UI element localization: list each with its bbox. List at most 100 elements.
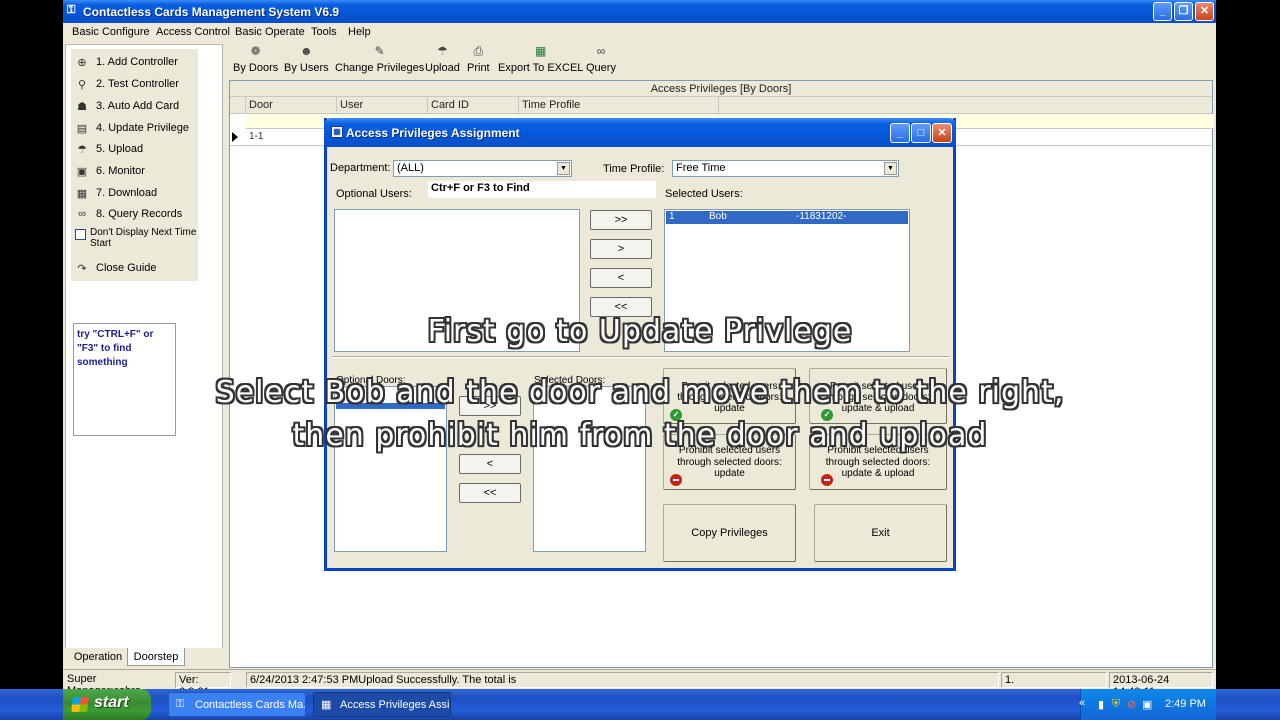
maximize-button[interactable]: ❐: [1174, 2, 1193, 21]
checkbox-box[interactable]: [75, 229, 86, 240]
title-bar: ⚿ Contactless Cards Management System V6…: [63, 0, 1216, 23]
add-door-button[interactable]: >>: [459, 396, 521, 416]
optional-doors-label: Optional Doors:: [336, 375, 406, 386]
toolbar-by-doors[interactable]: ❁ By Doors: [233, 44, 278, 74]
guide-item-label: 4. Update Privilege: [96, 122, 189, 134]
grid-caption: Access Privileges [By Doors]: [230, 81, 1212, 97]
status-bar: Super Manager:cobra Ver: 6.9.21 6/24/201…: [63, 669, 1216, 698]
remove-door-button[interactable]: <: [459, 454, 521, 474]
tray-app-icon[interactable]: ▣: [1142, 698, 1152, 711]
prohibit-upload-button[interactable]: Prohibit selected users through selected…: [809, 434, 947, 490]
guide-item-auto-add-card[interactable]: ☗ 3. Auto Add Card: [74, 97, 179, 115]
guide-item-update-privilege[interactable]: ▤ 4. Update Privilege: [74, 119, 189, 137]
guide-item-download[interactable]: ▦ 7. Download: [74, 184, 157, 202]
button-text: Prohibit selected users: [678, 445, 781, 456]
status-count: 1.: [1001, 672, 1107, 688]
monitor-icon: ▣: [76, 165, 88, 178]
task-label: Contactless Cards Ma...: [195, 699, 306, 711]
toolbar-change-privileges[interactable]: ✎ Change Privileges: [335, 44, 424, 74]
guide-panel: ⊕ 1. Add Controller ⚲ 2. Test Controller…: [65, 44, 223, 650]
remove-all-users-button[interactable]: <<: [590, 297, 652, 317]
tray-network-icon[interactable]: ▮: [1098, 698, 1104, 711]
prohibit-update-button[interactable]: Prohibit selected users through selected…: [663, 434, 796, 490]
tray-alert-icon[interactable]: ⊘: [1127, 698, 1136, 711]
splitter[interactable]: [223, 44, 227, 669]
app-window: ⚿ Contactless Cards Management System V6…: [63, 0, 1216, 720]
button-text: through selected doors:: [825, 392, 931, 403]
guide-item-test-controller[interactable]: ⚲ 2. Test Controller: [74, 75, 179, 93]
hint-line: something: [77, 357, 128, 368]
guide-item-add-controller[interactable]: ⊕ 1. Add Controller: [74, 53, 178, 71]
excel-icon: ▦: [535, 44, 547, 58]
guide-item-label: 1. Add Controller: [96, 56, 178, 68]
tab-operation[interactable]: Operation: [69, 648, 127, 666]
list-item[interactable]: [336, 403, 445, 409]
menu-basic-operate[interactable]: Basic Operate: [235, 26, 305, 38]
menu-access-control[interactable]: Access Control: [156, 26, 230, 38]
prohibit-icon: [670, 474, 682, 486]
menu-tools[interactable]: Tools: [311, 26, 337, 38]
copy-privileges-button[interactable]: Copy Privileges: [663, 504, 796, 562]
cell-door: 1-1: [249, 131, 264, 142]
dialog-title: Access Privileges Assignment: [346, 126, 520, 140]
guide-item-label: 5. Upload: [96, 143, 144, 155]
close-guide-label: Close Guide: [96, 262, 157, 274]
guide-item-label: 7. Download: [96, 187, 158, 199]
time-profile-select[interactable]: Free Time ▼: [672, 160, 899, 177]
permit-update-button[interactable]: Permit selected users through selected d…: [663, 368, 796, 424]
optional-users-list[interactable]: [334, 209, 580, 352]
menu-basic-configure[interactable]: Basic Configure: [72, 26, 150, 38]
task-main-window[interactable]: ⚿ Contactless Cards Ma...: [168, 692, 306, 717]
prohibit-icon: [821, 474, 833, 486]
status-datetime: 2013-06-24 14:49:11: [1109, 672, 1213, 698]
guide-item-upload[interactable]: ☂ 5. Upload: [74, 140, 143, 158]
tab-doorstep[interactable]: Doorstep: [127, 648, 185, 666]
taskbar: start ⚿ Contactless Cards Ma... ▦ Access…: [0, 689, 1280, 720]
optional-users-label: Optional Users:: [336, 188, 412, 200]
find-hint-box: Ctr+F or F3 to Find: [428, 181, 656, 198]
column-header-user[interactable]: User: [337, 97, 428, 114]
toolbar-by-users[interactable]: ☻ By Users: [284, 44, 329, 74]
guide-item-monitor[interactable]: ▣ 6. Monitor: [74, 162, 145, 180]
start-button[interactable]: start: [63, 689, 151, 720]
column-header-door[interactable]: Door: [246, 97, 337, 114]
status-user: Super Manager:cobra: [67, 673, 141, 697]
column-header-card-id[interactable]: Card ID: [428, 97, 519, 114]
selected-users-list[interactable]: 1 Bob -11831202-: [664, 209, 910, 352]
task-dialog-window[interactable]: ▦ Access Privileges Assi...: [313, 692, 451, 717]
close-guide-button[interactable]: ↷ Close Guide: [74, 259, 157, 277]
dialog-close-button[interactable]: ✕: [932, 123, 952, 143]
change-privileges-icon: ✎: [374, 44, 385, 58]
dialog-minimize-button[interactable]: _: [890, 123, 910, 143]
dropdown-arrow-icon[interactable]: ▼: [557, 162, 570, 175]
column-header-time-profile[interactable]: Time Profile: [519, 97, 719, 114]
tray-chevron-icon[interactable]: «: [1079, 697, 1085, 709]
toolbar-query[interactable]: ∞ Query: [586, 44, 616, 74]
permit-upload-button[interactable]: Permit selected users through selected d…: [809, 368, 947, 424]
toolbar-export-excel[interactable]: ▦ Export To EXCEL: [498, 44, 583, 74]
remove-user-button[interactable]: <: [590, 268, 652, 288]
selected-doors-list[interactable]: [533, 386, 646, 552]
windows-logo-icon: [71, 697, 89, 712]
dropdown-arrow-icon[interactable]: ▼: [884, 162, 897, 175]
auto-add-card-icon: ☗: [77, 100, 87, 113]
remove-all-doors-button[interactable]: <<: [459, 483, 521, 503]
list-item[interactable]: 1 Bob -11831202-: [666, 211, 908, 224]
dont-display-checkbox[interactable]: Don't Display Next Time Start: [74, 227, 198, 253]
binoculars-icon: ∞: [596, 44, 606, 58]
toolbar-label: Export To EXCEL: [498, 62, 584, 74]
add-user-button[interactable]: >: [590, 239, 652, 259]
toolbar-upload[interactable]: ☂ Upload: [425, 44, 460, 74]
menu-help[interactable]: Help: [348, 26, 371, 38]
exit-button[interactable]: Exit: [814, 504, 947, 562]
department-select[interactable]: (ALL) ▼: [393, 160, 572, 177]
dialog-maximize-button[interactable]: □: [911, 123, 931, 143]
toolbar-label: By Doors: [233, 62, 279, 74]
optional-doors-list[interactable]: [334, 386, 447, 552]
guide-item-query-records[interactable]: ∞ 8. Query Records: [74, 205, 182, 223]
minimize-button[interactable]: _: [1153, 2, 1172, 21]
tray-shield-icon[interactable]: ⛨: [1112, 698, 1120, 711]
add-all-users-button[interactable]: >>: [590, 210, 652, 230]
toolbar-print[interactable]: ⎙ Print: [467, 44, 490, 74]
close-button[interactable]: ✕: [1195, 2, 1214, 21]
